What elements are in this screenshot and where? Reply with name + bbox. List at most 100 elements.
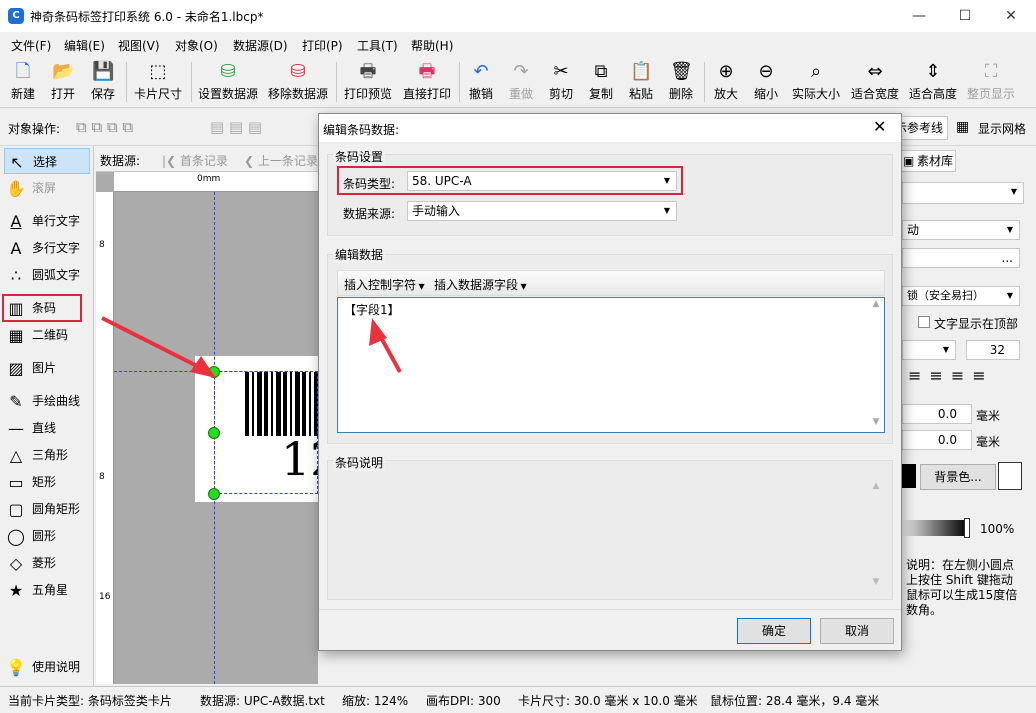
align-icon[interactable]: ▤ ▤ ▤ [210, 118, 262, 136]
open-button[interactable]: 📂 打开 [46, 58, 80, 106]
scan-mode-combo[interactable]: 锁（安全易扫） ▼ [902, 286, 1020, 306]
full-page-button[interactable]: ⛶ 整页显示 [964, 58, 1018, 106]
tool-freehand[interactable]: ✎ 手绘曲线 [4, 388, 90, 414]
datasource-select[interactable]: 手动输入 ▼ [407, 201, 677, 221]
menu-object[interactable]: 对象(O) [175, 37, 218, 54]
print-preview-icon: 🖶 [359, 61, 377, 82]
tool-star[interactable]: ★ 五角星 [4, 577, 90, 603]
menu-datasource[interactable]: 数据源(D) [233, 37, 288, 54]
resize-handle[interactable] [208, 488, 220, 500]
fit-height-button[interactable]: ⇕ 适合高度 [906, 58, 960, 106]
new-button[interactable]: 🗋 新建 [6, 58, 40, 106]
cut-button[interactable]: ✂ 剪切 [544, 58, 578, 106]
layer-icon[interactable]: ⧉ ⧉ ⧉ ⧉ [76, 118, 133, 136]
dialog-close-icon[interactable]: ✕ [873, 117, 886, 136]
settings-section-title: 条码设置 [333, 148, 386, 165]
foreground-color-swatch[interactable] [902, 464, 916, 488]
set-datasource-button[interactable]: ⛁ 设置数据源 [196, 58, 260, 106]
chevron-down-icon: ▼ [663, 206, 670, 215]
cancel-button[interactable]: 取消 [820, 618, 894, 644]
remove-datasource-button[interactable]: ⛁ 移除数据源 [266, 58, 330, 106]
tool-select[interactable]: ↖ 选择 [4, 148, 90, 174]
menu-help[interactable]: 帮助(H) [411, 37, 453, 54]
property-combo[interactable]: ▼ [902, 182, 1024, 204]
tool-single-text[interactable]: A 单行文字 [4, 208, 90, 234]
insert-field-button[interactable]: 插入数据源字段 ▼ [434, 276, 527, 293]
dialog-title-bar: 编辑条码数据: ✕ [319, 114, 901, 142]
tool-arc-text[interactable]: ∴ 圆弧文字 [4, 262, 90, 288]
fit-width-button[interactable]: ⇔ 适合宽度 [848, 58, 902, 106]
tool-circle[interactable]: ◯ 圆形 [4, 523, 90, 549]
delete-button[interactable]: 🗑 删除 [664, 58, 698, 106]
copy-button[interactable]: ⧉ 复制 [584, 58, 618, 106]
prev-record-button[interactable]: ❮ 上一条记录 [244, 152, 318, 169]
tool-help[interactable]: 💡 使用说明 [4, 654, 90, 680]
close-button[interactable]: ✕ [988, 0, 1034, 32]
offset-x-spinner[interactable]: 0.0 [902, 404, 972, 424]
textarea-scrollbar[interactable]: ▲ ▼ [868, 299, 884, 431]
tool-barcode[interactable]: ▥ 条码 [2, 294, 82, 322]
tool-rounded-rect[interactable]: ▢ 圆角矩形 [4, 496, 90, 522]
background-color-swatch[interactable] [998, 462, 1022, 490]
edit-barcode-dialog: 编辑条码数据: ✕ 条码设置 条码类型: 58. UPC-A ▼ 数据来源: 手动… [318, 113, 902, 651]
more-button[interactable]: ... [902, 248, 1020, 268]
ruler-mark: 8 [99, 472, 105, 482]
menu-view[interactable]: 视图(V) [118, 37, 160, 54]
tool-circle-label: 圆形 [32, 529, 57, 543]
menu-edit[interactable]: 编辑(E) [64, 37, 105, 54]
paste-button[interactable]: 📋 粘贴 [624, 58, 658, 106]
ok-button[interactable]: 确定 [737, 618, 811, 644]
actual-size-button[interactable]: ⌕ 实际大小 [789, 58, 843, 106]
barcode-type-select[interactable]: 58. UPC-A ▼ [407, 171, 677, 191]
tool-qrcode[interactable]: ▦ 二维码 [4, 322, 90, 348]
tool-diamond[interactable]: ◇ 菱形 [4, 550, 90, 576]
resize-handle[interactable] [208, 427, 220, 439]
tool-rectangle-label: 矩形 [32, 475, 57, 489]
print-button[interactable]: 🖶 直接打印 [400, 58, 454, 106]
font-size-spinner[interactable]: 32 [966, 340, 1020, 360]
dropdown-arrow-icon: ▼ [416, 282, 425, 291]
text-top-checkbox[interactable] [918, 316, 930, 328]
menu-bar: 文件(F) 编辑(E) 视图(V) 对象(O) 数据源(D) 打印(P) 工具(… [0, 34, 1036, 56]
undo-button[interactable]: ↶ 撤销 [464, 58, 498, 106]
insert-control-char-button[interactable]: 插入控制字符 ▼ [344, 276, 425, 293]
zoom-in-button[interactable]: ⊕ 放大 [709, 58, 743, 106]
offset-y-spinner[interactable]: 0.0 [902, 430, 972, 450]
background-color-button[interactable]: 背景色... [920, 464, 996, 490]
tool-scroll[interactable]: ✋ 滚屏 [4, 175, 90, 201]
tool-triangle[interactable]: △ 三角形 [4, 442, 90, 468]
tool-rectangle[interactable]: ▭ 矩形 [4, 469, 90, 495]
zoom-out-button[interactable]: ⊖ 缩小 [749, 58, 783, 106]
status-datasource: 数据源: UPC-A数据.txt [200, 694, 325, 708]
save-icon: 💾 [92, 61, 115, 82]
card-size-button[interactable]: ⬚ 卡片尺寸 [131, 58, 185, 106]
tool-multi-text[interactable]: A 多行文字 [4, 235, 90, 261]
tool-line[interactable]: — 直线 [4, 415, 90, 441]
menu-tools[interactable]: 工具(T) [357, 37, 398, 54]
minimize-button[interactable]: — [896, 0, 942, 32]
opacity-slider-thumb[interactable] [964, 518, 970, 538]
menu-print[interactable]: 打印(P) [302, 37, 343, 54]
text-align-icons[interactable]: ≡≡≡≡ [908, 366, 994, 385]
barcode-icon: ▥ [8, 298, 24, 318]
save-button[interactable]: 💾 保存 [86, 58, 120, 106]
tab-materials[interactable]: ▣ 素材库 [900, 150, 956, 172]
copy-icon: ⧉ [594, 61, 608, 82]
tool-image[interactable]: ▨ 图片 [4, 355, 90, 381]
barcode-data-textarea[interactable]: 【字段1】 ▲ ▼ [337, 297, 885, 433]
tool-arc-text-label: 圆弧文字 [32, 268, 81, 282]
tool-help-label: 使用说明 [32, 660, 81, 674]
first-record-button[interactable]: |❮ 首条记录 [162, 152, 228, 169]
resize-handle[interactable] [208, 366, 220, 378]
opacity-slider[interactable] [902, 520, 968, 536]
show-grid-label[interactable]: 显示网格 [978, 120, 1026, 137]
maximize-button[interactable]: ☐ [942, 0, 988, 32]
font-combo[interactable]: ▼ [902, 340, 956, 360]
card-size-icon: ⬚ [149, 61, 167, 82]
print-preview-button[interactable]: 🖶 打印预览 [341, 58, 395, 106]
menu-file[interactable]: 文件(F) [11, 37, 51, 54]
redo-button[interactable]: ↷ 重做 [504, 58, 538, 106]
mode-combo[interactable]: 动 ▼ [902, 220, 1020, 240]
fit-width-icon: ⇔ [867, 61, 883, 82]
description-scrollbar[interactable]: ▲ ▼ [868, 481, 884, 591]
